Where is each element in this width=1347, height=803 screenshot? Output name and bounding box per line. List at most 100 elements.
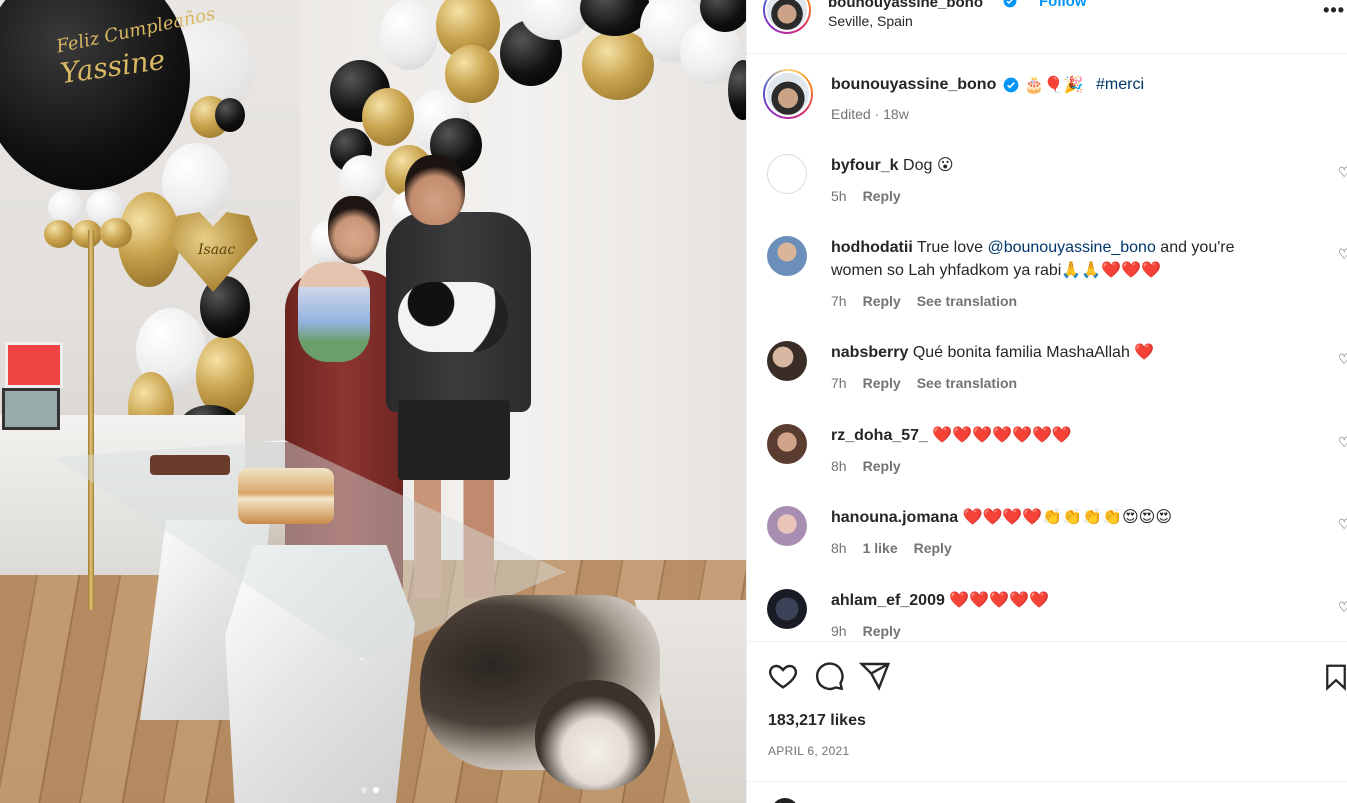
comment-body: Dog 😮 (903, 157, 954, 174)
comment-mention[interactable]: @bounouyassine_bono (987, 239, 1155, 256)
post-location[interactable]: Seville, Spain (828, 13, 913, 29)
comment-like-icon[interactable]: ♡ (1338, 246, 1347, 262)
share-send-icon[interactable] (859, 660, 891, 692)
birthday-cake (238, 468, 334, 524)
see-translation-button[interactable]: See translation (917, 375, 1017, 391)
comment-text: hodhodatii True love @bounouyassine_bono… (831, 236, 1271, 282)
comment-time[interactable]: 9h (831, 623, 847, 639)
comment-body: ❤️❤️❤️❤️👏👏👏👏😍😍😍 (962, 509, 1172, 526)
header-divider (747, 53, 1347, 54)
comment-time[interactable]: 5h (831, 188, 847, 204)
dessert-tray (150, 455, 230, 475)
comment-like-icon[interactable]: ♡ (1338, 599, 1347, 615)
like-heart-icon[interactable] (767, 660, 799, 692)
comment-body: Qué bonita familia MashaAllah ❤️ (912, 344, 1155, 361)
comment-like-icon[interactable]: ♡ (1338, 516, 1347, 532)
balloon (72, 220, 102, 248)
comment-username[interactable]: rz_doha_57_ (831, 427, 928, 444)
comment-body-start: True love (916, 239, 988, 256)
balloon (48, 190, 84, 224)
verified-icon (1003, 0, 1017, 8)
reply-button[interactable]: Reply (863, 293, 901, 309)
comment-avatar[interactable] (767, 341, 807, 381)
comment-username[interactable]: ahlam_ef_2009 (831, 592, 945, 609)
comment-text: ahlam_ef_2009 ❤️❤️❤️❤️❤️ (831, 589, 1271, 612)
see-translation-button[interactable]: See translation (917, 293, 1017, 309)
action-bar (767, 660, 891, 692)
comment-avatar[interactable] (767, 424, 807, 464)
balloon (380, 0, 438, 70)
comment-avatar[interactable] (767, 506, 807, 546)
baby (298, 262, 370, 362)
comment-meta: 8h 1 like Reply (831, 540, 952, 556)
woman-head (328, 196, 380, 264)
balloon (445, 45, 499, 103)
heart-balloon-text: Isaac (198, 242, 236, 258)
comment-time[interactable]: 8h (831, 540, 847, 556)
caption-meta: Edited · 18w (831, 106, 909, 122)
reply-button[interactable]: Reply (914, 540, 952, 556)
comment-avatar[interactable] (767, 236, 807, 276)
balloon-stand (88, 230, 94, 610)
follow-button[interactable]: Follow (1039, 0, 1087, 10)
comment-username[interactable]: byfour_k (831, 157, 899, 174)
more-options-icon[interactable]: ••• (1323, 0, 1345, 21)
comment-username[interactable]: hanouna.jomana (831, 509, 958, 526)
comment-body: ❤️❤️❤️❤️❤️ (949, 592, 1049, 609)
comment-body: ❤️❤️❤️❤️❤️❤️❤️ (932, 427, 1072, 444)
comment-username[interactable]: nabsberry (831, 344, 908, 361)
caption-hashtag[interactable]: #merci (1096, 76, 1144, 94)
balloon (100, 218, 132, 248)
comment-meta: 7h Reply See translation (831, 293, 1017, 309)
save-bookmark-icon[interactable] (1321, 662, 1347, 692)
author-username[interactable]: bounouyassine_bono (828, 0, 983, 11)
post-date[interactable]: APRIL 6, 2021 (768, 744, 850, 758)
comment-meta: 5h Reply (831, 188, 901, 204)
comment-like-icon[interactable]: ♡ (1338, 351, 1347, 367)
photo-frame (2, 388, 60, 430)
author-avatar[interactable] (763, 0, 811, 34)
comment-text: rz_doha_57_ ❤️❤️❤️❤️❤️❤️❤️ (831, 424, 1271, 447)
balloon (196, 336, 254, 416)
comments-divider (747, 641, 1347, 642)
comment-meta: 9h Reply (831, 623, 901, 639)
comment-likes-count[interactable]: 1 like (863, 540, 898, 556)
post-side-panel: bounouyassine_bono Follow Seville, Spain… (746, 0, 1347, 803)
carousel-dot[interactable] (361, 787, 367, 793)
emoji-icon[interactable] (771, 798, 799, 803)
balloon (44, 220, 74, 248)
balloon (215, 98, 245, 132)
comment-avatar[interactable] (767, 154, 807, 194)
carousel-indicator (361, 787, 379, 793)
comment-text: byfour_k Dog 😮 (831, 154, 1271, 177)
man-shorts (398, 400, 510, 480)
caption-avatar[interactable] (763, 69, 813, 119)
reply-button[interactable]: Reply (863, 188, 901, 204)
caption-username[interactable]: bounouyassine_bono (831, 76, 996, 94)
comment-bubble-icon[interactable] (813, 660, 845, 692)
comment-like-icon[interactable]: ♡ (1338, 434, 1347, 450)
comment-avatar[interactable] (767, 589, 807, 629)
comment-meta: 8h Reply (831, 458, 901, 474)
cat (398, 282, 508, 352)
dog-head (535, 680, 655, 790)
reply-button[interactable]: Reply (863, 375, 901, 391)
likes-count[interactable]: 183,217 likes (768, 712, 866, 730)
comment-text: hanouna.jomana ❤️❤️❤️❤️👏👏👏👏😍😍😍 (831, 506, 1271, 529)
comment-time[interactable]: 8h (831, 458, 847, 474)
comment-text: nabsberry Qué bonita familia MashaAllah … (831, 341, 1271, 364)
comment-username[interactable]: hodhodatii (831, 239, 913, 256)
comment-item: ahlam_ef_2009 ❤️❤️❤️❤️❤️ 9h Reply ♡ (747, 589, 1347, 641)
post-photo[interactable]: Isaac Feliz Cumpleaños Yassine (0, 0, 746, 803)
verified-icon (1003, 77, 1019, 93)
comment-like-icon[interactable]: ♡ (1338, 164, 1347, 180)
comment-meta: 7h Reply See translation (831, 375, 1017, 391)
comment-time[interactable]: 7h (831, 375, 847, 391)
photo-frame (5, 342, 63, 388)
reply-button[interactable]: Reply (863, 623, 901, 639)
comment-time[interactable]: 7h (831, 293, 847, 309)
reply-button[interactable]: Reply (863, 458, 901, 474)
carousel-dot-active[interactable] (373, 787, 379, 793)
balloon (362, 88, 414, 146)
man-head (405, 155, 465, 225)
